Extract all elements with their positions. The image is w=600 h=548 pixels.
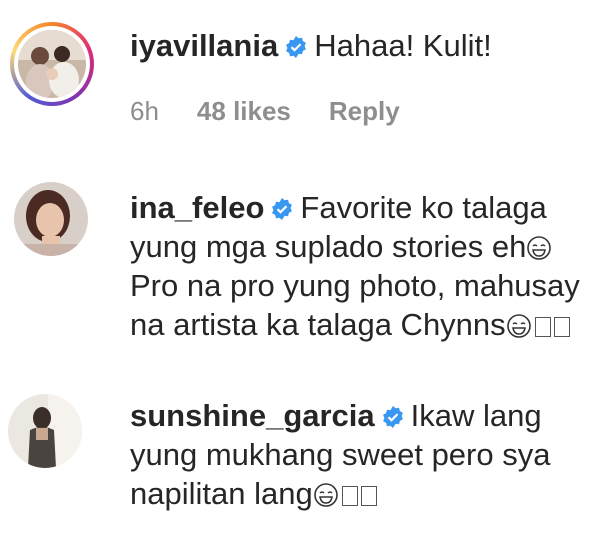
verified-badge-icon [286, 36, 307, 58]
missing-glyph-box [534, 317, 551, 337]
missing-glyph-box [341, 486, 358, 506]
comment-body-line: Favorite ko talaga [300, 190, 547, 225]
grinning-sweat-emoji [313, 483, 338, 507]
avatar[interactable] [18, 30, 86, 98]
grinning-sweat-emoji [506, 314, 531, 338]
avatar-photo [14, 182, 88, 256]
comment-line-3: Pro na pro yung photo, mahusay [130, 268, 580, 303]
comment-meta: 6h 48 likes Reply [130, 96, 438, 127]
comment-body-line: napilitan lang [130, 476, 313, 511]
grinning-sweat-emoji [527, 236, 552, 260]
timestamp[interactable]: 6h [130, 96, 159, 126]
missing-glyph-box [553, 317, 570, 337]
comment-ina-feleo: ina_feleo Favorite ko talaga yung mga sup… [0, 170, 600, 370]
likes-count[interactable]: 48 likes [197, 96, 291, 126]
comment-body-line: na artista ka talaga Chynns [130, 307, 506, 342]
username[interactable]: sunshine_garcia [130, 398, 375, 433]
missing-glyph-box [360, 486, 377, 506]
comment-sunshine-garcia: sunshine_garcia Ikaw lang yung mukhang sw… [0, 380, 600, 548]
comment-body-line: yung mga suplado stories eh [130, 229, 527, 264]
comment-line-1: ina_feleo Favorite ko talaga [130, 188, 590, 227]
avatar-photo [8, 394, 82, 468]
avatar-photo [18, 30, 86, 98]
avatar[interactable] [8, 394, 82, 468]
comment-body: Hahaa! Kulit! [314, 28, 492, 63]
comment-line-2: yung mga suplado stories eh [130, 227, 590, 266]
verified-badge-icon [382, 406, 403, 428]
verified-badge-icon [272, 198, 293, 220]
username[interactable]: ina_feleo [130, 190, 264, 225]
comment-line-2: yung mukhang sweet pero sya [130, 437, 551, 472]
comment-text: iyavillania Hahaa! Kulit! [130, 26, 590, 65]
comment-iyavillania: iyavillania Hahaa! Kulit! 6h 48 likes Reply [0, 0, 600, 150]
comment-line-3: napilitan lang [130, 474, 590, 513]
comment-line-4: na artista ka talaga Chynns [130, 305, 590, 344]
comment-body-line: Ikaw lang [410, 398, 542, 433]
username[interactable]: iyavillania [130, 28, 278, 63]
comment-line-1: sunshine_garcia Ikaw lang [130, 396, 590, 435]
avatar[interactable] [14, 182, 88, 256]
comment-text: sunshine_garcia Ikaw lang yung mukhang sw… [130, 396, 590, 513]
comment-text: ina_feleo Favorite ko talaga yung mga sup… [130, 188, 590, 344]
reply-button[interactable]: Reply [329, 96, 400, 126]
